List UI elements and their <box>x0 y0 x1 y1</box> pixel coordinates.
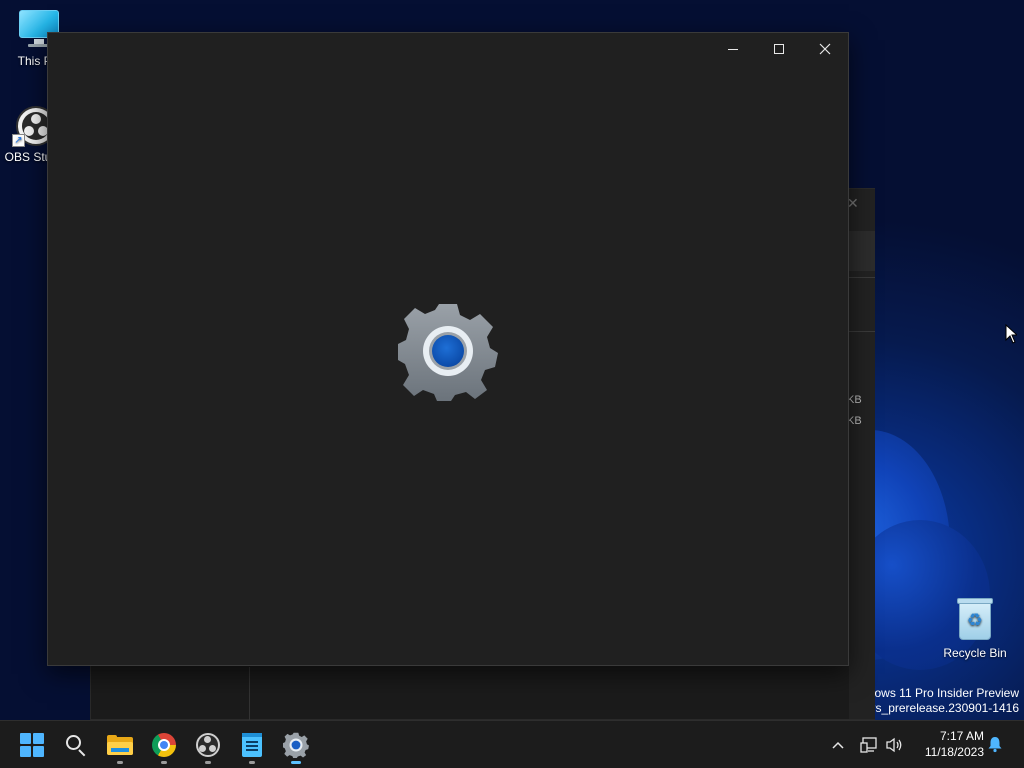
taskbar-notepad[interactable] <box>232 725 272 765</box>
close-button[interactable] <box>802 33 848 65</box>
notepad-icon <box>242 733 262 757</box>
gear-icon <box>398 304 498 401</box>
chevron-up-icon <box>832 741 844 749</box>
volume-button[interactable] <box>884 721 906 768</box>
running-indicator <box>161 761 167 764</box>
taskbar-obs-studio[interactable] <box>188 725 228 765</box>
size-unit-label: KB <box>847 394 862 406</box>
running-indicator <box>117 761 123 764</box>
bell-icon <box>988 737 1002 753</box>
network-icon <box>860 737 877 753</box>
settings-window[interactable] <box>47 32 849 666</box>
clock-time: 7:17 AM <box>939 729 984 743</box>
mouse-cursor-icon <box>1005 324 1017 344</box>
speaker-icon <box>886 737 902 753</box>
gear-icon <box>283 732 309 758</box>
folder-icon <box>107 735 133 755</box>
taskbar-chrome[interactable] <box>144 725 184 765</box>
clock-date: 11/18/2023 <box>924 745 984 759</box>
divider <box>849 331 875 332</box>
divider <box>849 277 875 278</box>
divider <box>249 667 250 721</box>
desktop-icon-label: Recycle Bin <box>943 646 1007 660</box>
start-button[interactable] <box>12 725 52 765</box>
close-icon <box>819 43 831 55</box>
system-clock[interactable]: 7:17 AM 11/18/2023 <box>912 728 984 760</box>
background-window-row <box>849 231 875 271</box>
running-indicator <box>205 761 211 764</box>
maximize-button[interactable] <box>756 33 802 65</box>
network-status-button[interactable] <box>858 721 880 768</box>
taskbar-file-explorer[interactable] <box>100 725 140 765</box>
search-button[interactable] <box>56 725 96 765</box>
show-hidden-icons-button[interactable] <box>826 721 850 768</box>
windows-start-icon <box>20 733 44 757</box>
taskbar-settings[interactable] <box>276 725 316 765</box>
notifications-button[interactable] <box>986 735 1006 755</box>
running-indicator <box>249 761 255 764</box>
obs-icon <box>196 733 220 757</box>
active-app-indicator <box>291 761 301 764</box>
recycle-bin-icon: ♻ <box>955 598 995 642</box>
search-icon <box>65 734 87 757</box>
taskbar: 7:17 AM 11/18/2023 <box>0 720 1024 768</box>
minimize-icon <box>728 48 738 50</box>
maximize-icon <box>774 44 784 54</box>
shortcut-arrow-icon: ↗ <box>12 134 25 147</box>
chrome-icon <box>152 733 176 757</box>
size-unit-label: KB <box>847 415 862 427</box>
minimize-button[interactable] <box>710 33 756 65</box>
desktop-icon-recycle-bin[interactable]: ♻ Recycle Bin <box>939 598 1011 660</box>
